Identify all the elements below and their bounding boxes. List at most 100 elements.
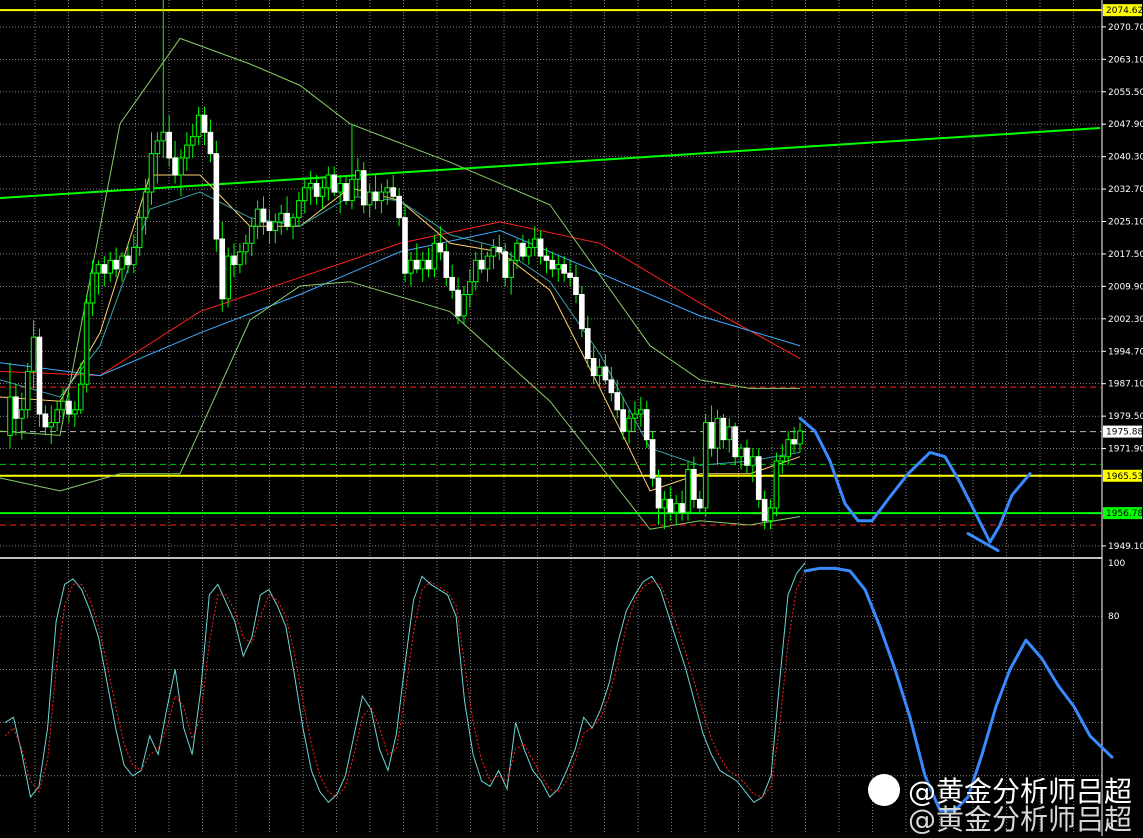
price-tag-label: 2074.62 xyxy=(1106,6,1143,16)
candle-body xyxy=(590,358,597,377)
candle-body xyxy=(24,370,31,411)
candle-body xyxy=(714,417,721,449)
price-tick-label: 2070.70 xyxy=(1108,23,1143,33)
candle-body xyxy=(307,183,314,189)
candle-body xyxy=(390,187,397,197)
price-tick-label: 2017.50 xyxy=(1108,250,1143,260)
candle-body xyxy=(443,251,450,278)
candle-body xyxy=(313,183,320,197)
candle-body xyxy=(797,430,803,445)
watermark: @黄金分析师吕超 @黄金分析师吕超 xyxy=(868,770,1143,836)
price-tag-label: 1956.78 xyxy=(1106,509,1143,519)
candle-body xyxy=(331,174,338,193)
candle-body xyxy=(42,413,49,428)
candle-body xyxy=(119,255,125,270)
candle-body xyxy=(195,114,202,138)
candle-body xyxy=(449,276,455,291)
candle-body xyxy=(378,191,385,202)
candle-body xyxy=(66,400,72,415)
candle-body xyxy=(272,221,279,231)
candle-body xyxy=(502,251,509,278)
candle-body xyxy=(83,302,90,385)
candle-body xyxy=(461,294,467,317)
candle-body xyxy=(614,392,621,411)
candle-body xyxy=(738,447,744,458)
candle-body xyxy=(148,153,155,193)
candle-body xyxy=(478,259,485,270)
candle-body xyxy=(301,187,308,202)
candle-body xyxy=(632,413,638,419)
candle-body xyxy=(360,170,367,206)
candle-body xyxy=(573,276,579,296)
price-tick-label: 2025.10 xyxy=(1108,218,1143,228)
candle-body xyxy=(225,255,231,300)
candle-body xyxy=(543,255,550,261)
candle-body xyxy=(638,409,644,415)
candle-body xyxy=(773,460,780,509)
candle-body xyxy=(396,195,402,219)
candle-body xyxy=(508,259,514,278)
candle-body xyxy=(184,144,190,159)
candle-body xyxy=(154,140,161,155)
candle-body xyxy=(207,131,214,155)
candle-body xyxy=(48,422,55,428)
candle-body xyxy=(626,417,632,432)
candle-body xyxy=(296,200,302,219)
candle-body xyxy=(290,217,296,227)
candle-body xyxy=(726,426,733,441)
candle-body xyxy=(579,294,585,330)
candle-body xyxy=(18,409,25,419)
candle-body xyxy=(254,208,261,227)
candle-body xyxy=(767,507,774,522)
candle-body xyxy=(36,336,43,415)
candle-body xyxy=(555,264,562,270)
candle-body xyxy=(54,409,60,424)
price-tick-label: 1971.90 xyxy=(1108,445,1143,455)
candle-body xyxy=(467,281,473,296)
candle-body xyxy=(30,336,37,372)
candle-body xyxy=(136,217,143,249)
candle-body xyxy=(744,447,750,466)
candle-body xyxy=(673,503,679,513)
candle-body xyxy=(142,191,149,219)
candle-body xyxy=(7,396,13,436)
price-tick-label: 1949.10 xyxy=(1108,542,1143,552)
candle-body xyxy=(750,456,756,466)
candle-body xyxy=(284,212,290,227)
candle-body xyxy=(596,366,603,377)
candle-body xyxy=(337,183,343,193)
candle-body xyxy=(791,439,797,445)
candle-body xyxy=(166,131,172,159)
candle-body xyxy=(219,238,226,300)
price-tick-label: 1987.10 xyxy=(1108,380,1143,390)
candle-body xyxy=(260,208,267,223)
candle-body xyxy=(366,191,373,206)
candle-body xyxy=(649,439,656,479)
candle-body xyxy=(514,242,520,261)
price-tick-label: 2009.90 xyxy=(1108,282,1143,292)
candle-body xyxy=(413,259,420,270)
candle-body xyxy=(13,396,19,419)
candle-body xyxy=(72,409,78,415)
candle-body xyxy=(95,264,102,274)
candle-body xyxy=(408,259,414,274)
candle-body xyxy=(567,272,573,278)
candle-body xyxy=(325,174,332,189)
price-tick-label: 1994.70 xyxy=(1108,347,1143,357)
candle-body xyxy=(431,242,438,270)
candle-body xyxy=(349,178,355,202)
price-tick-label: 1979.50 xyxy=(1108,412,1143,422)
candle-body xyxy=(125,255,131,266)
price-tick-label: 2047.90 xyxy=(1108,120,1143,130)
price-tick-label: 2055.50 xyxy=(1108,88,1143,98)
candle-body xyxy=(472,259,479,283)
candle-body xyxy=(107,259,114,274)
candle-body xyxy=(455,289,461,317)
price-tick-label: 2063.10 xyxy=(1108,55,1143,65)
candle-body xyxy=(537,238,544,257)
candle-body xyxy=(213,153,220,240)
candle-body xyxy=(372,191,379,202)
candle-body xyxy=(643,409,650,441)
candle-body xyxy=(172,157,178,176)
candle-body xyxy=(113,259,119,270)
